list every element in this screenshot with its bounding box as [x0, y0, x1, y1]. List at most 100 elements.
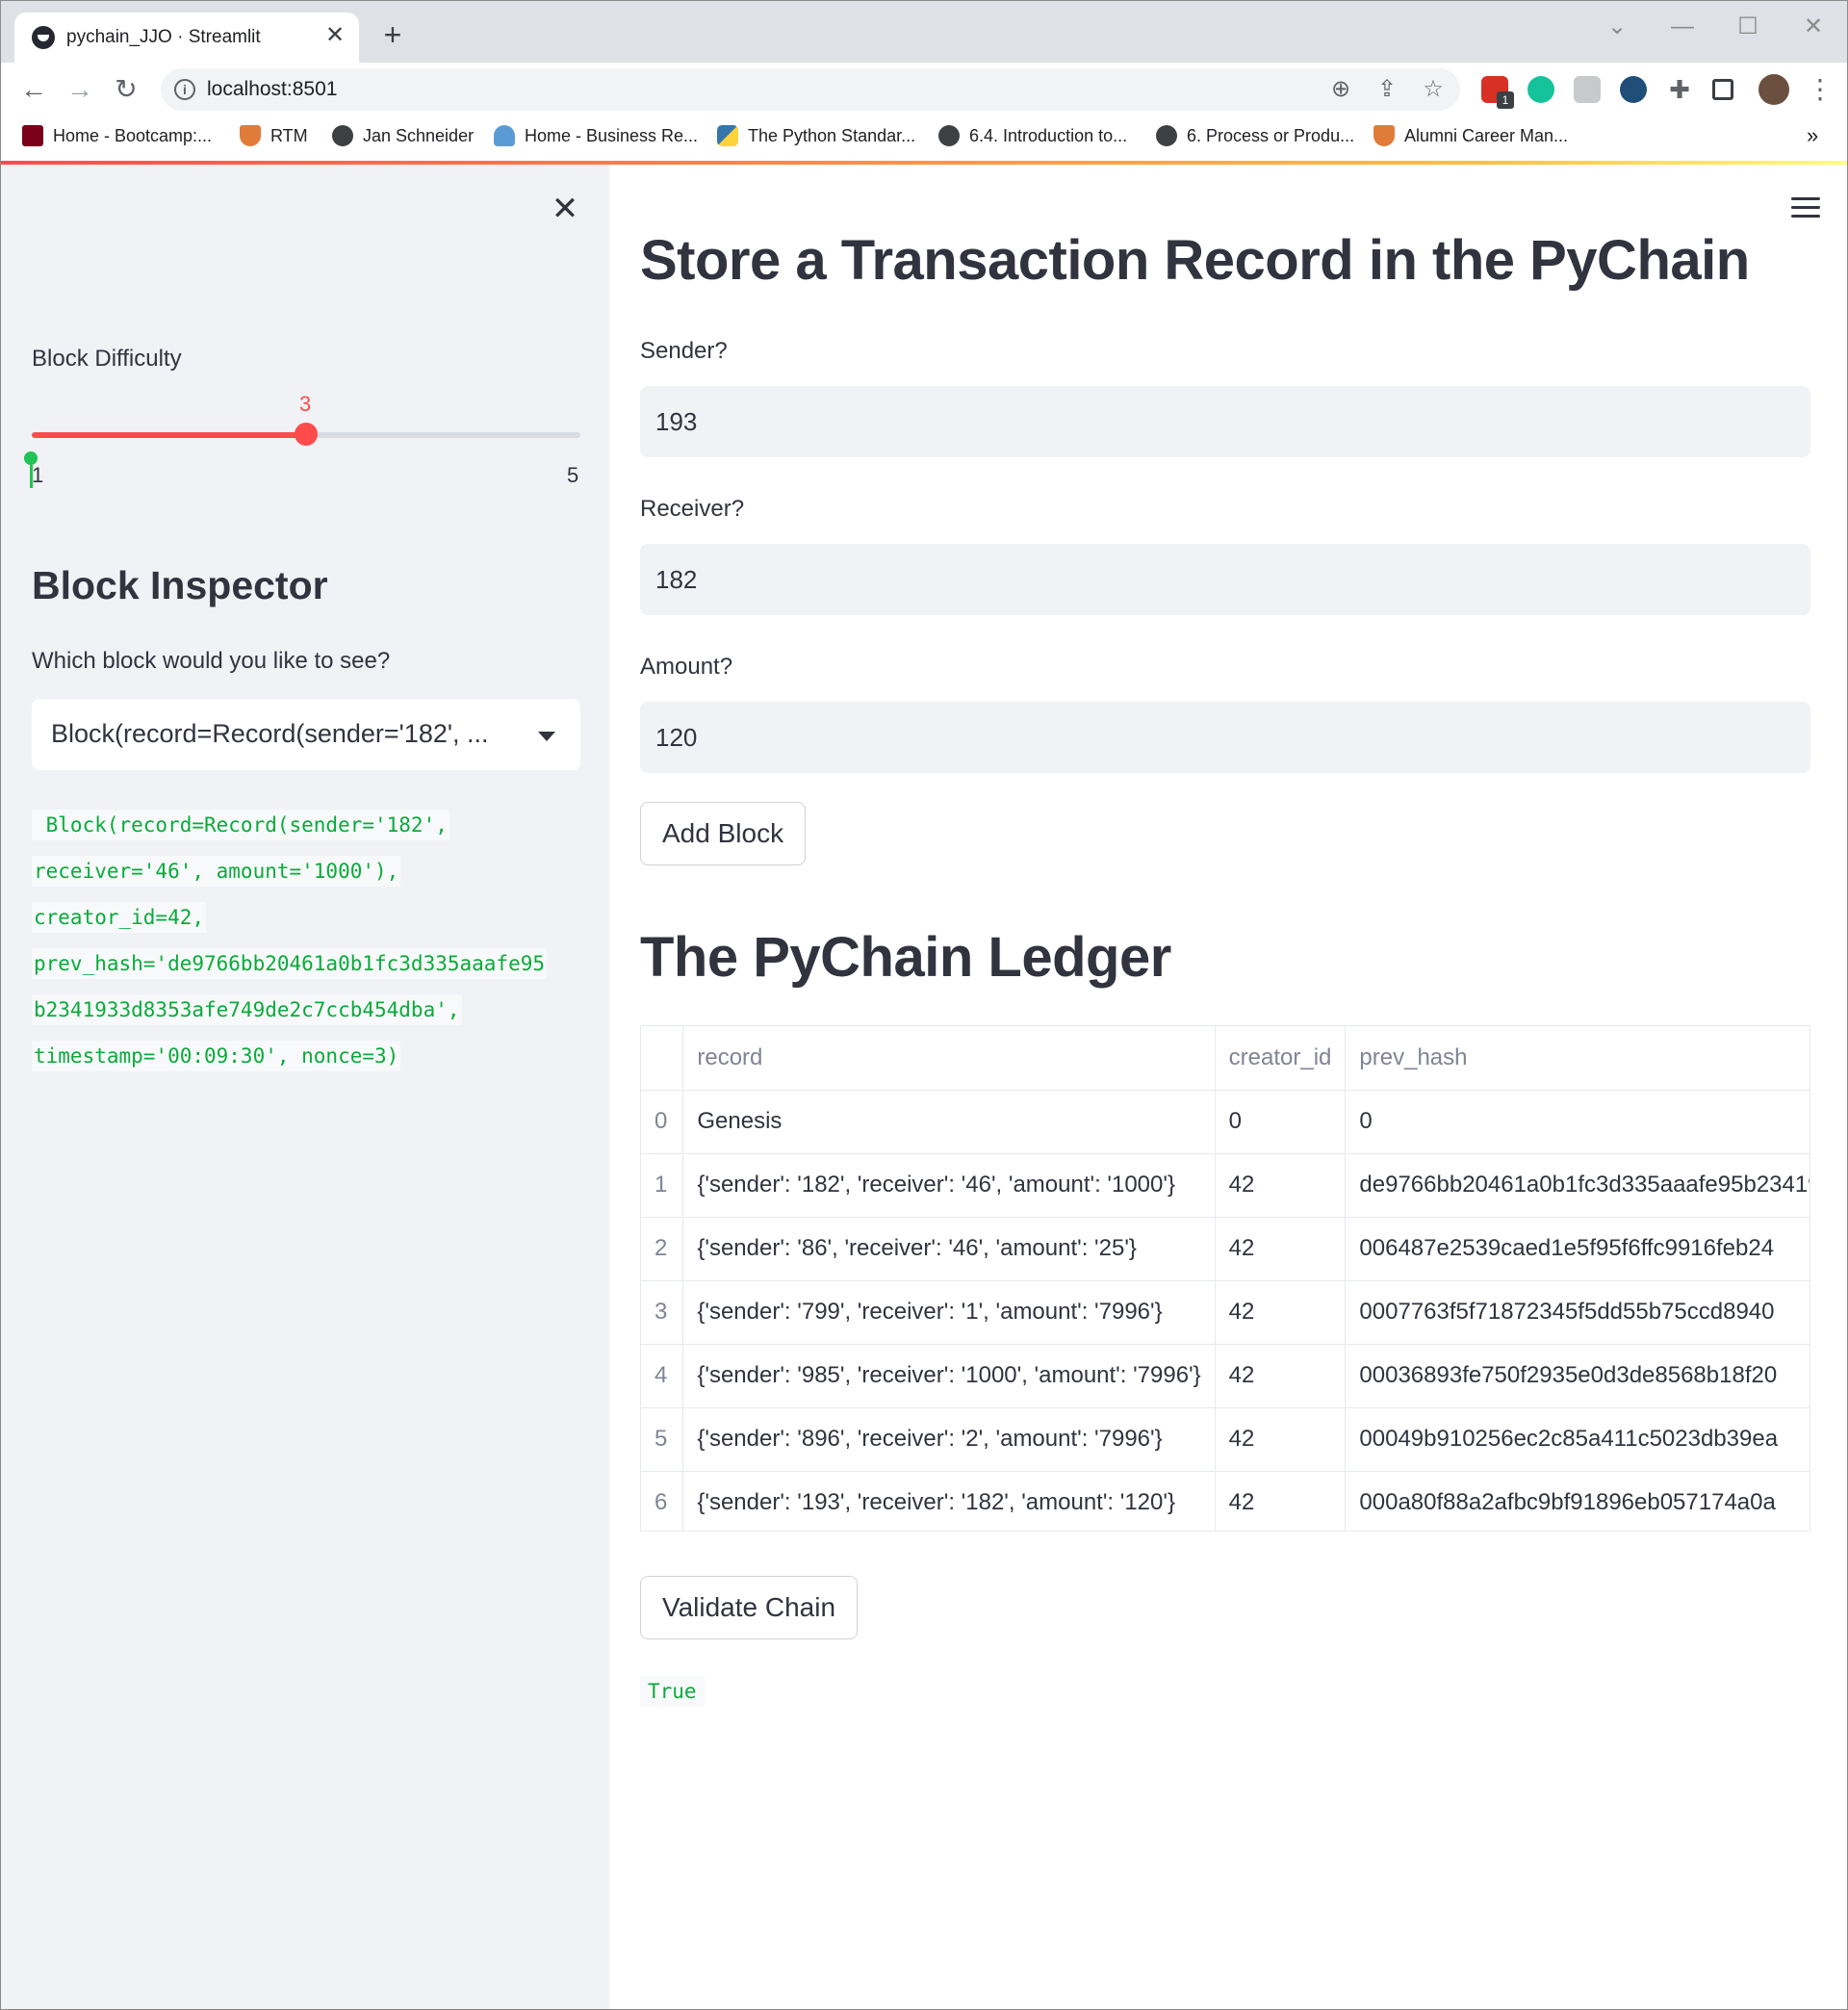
- prev-hash-cell[interactable]: 00036893fe750f2935e0d3de8568b18f20: [1345, 1344, 1810, 1408]
- sender-input[interactable]: 193: [640, 386, 1810, 457]
- record-cell[interactable]: {'sender': '985', 'receiver': '1000', 'a…: [682, 1344, 1216, 1408]
- slider-min-label: 1: [32, 463, 44, 487]
- extension-todo-icon[interactable]: 1: [1481, 76, 1514, 109]
- prev-hash-cell[interactable]: 006487e2539caed1e5f95f6ffc9916feb24: [1345, 1217, 1810, 1281]
- difficulty-slider-thumb[interactable]: [295, 423, 318, 446]
- block-inspector-title: Block Inspector: [32, 563, 328, 607]
- minimize-icon[interactable]: —: [1668, 13, 1697, 41]
- bookmark-item[interactable]: 6.4. Introduction to...: [938, 124, 1127, 147]
- extension-planet-icon[interactable]: [1620, 76, 1647, 103]
- bookmark-item[interactable]: Jan Schneider: [332, 124, 474, 147]
- browser-tab[interactable]: pychain_JJO · Streamlit ✕: [14, 13, 359, 63]
- creator-id-cell[interactable]: 42: [1215, 1280, 1347, 1345]
- record-cell[interactable]: {'sender': '182', 'receiver': '46', 'amo…: [682, 1153, 1216, 1218]
- table-row: 1 {'sender': '182', 'receiver': '46', 'a…: [641, 1153, 1810, 1218]
- row-index: 2: [641, 1217, 684, 1281]
- creator-id-header[interactable]: creator_id: [1215, 1026, 1347, 1091]
- amount-input[interactable]: 120: [640, 702, 1810, 773]
- zoom-icon[interactable]: ⊕: [1327, 76, 1354, 103]
- prev-hash-header[interactable]: prev_hash: [1345, 1026, 1810, 1091]
- row-index: 4: [641, 1344, 684, 1408]
- slider-fill: [32, 432, 306, 438]
- record-cell[interactable]: {'sender': '896', 'receiver': '2', 'amou…: [682, 1407, 1216, 1472]
- shield-icon: [240, 125, 261, 146]
- bookmark-item[interactable]: Home - Bootcamp:...: [22, 124, 212, 147]
- site-info-icon[interactable]: i: [174, 79, 195, 100]
- record-cell[interactable]: {'sender': '799', 'receiver': '1', 'amou…: [682, 1280, 1216, 1345]
- back-icon[interactable]: ←: [16, 72, 51, 107]
- shield-icon: [1373, 125, 1395, 146]
- ledger-title: The PyChain Ledger: [640, 926, 1171, 989]
- prev-hash-cell[interactable]: de9766bb20461a0b1fc3d335aaafe95b2341933d…: [1345, 1153, 1810, 1218]
- creator-id-cell[interactable]: 42: [1215, 1217, 1347, 1281]
- bookmark-label: Alumni Career Man...: [1404, 126, 1569, 145]
- creator-id-cell[interactable]: 0: [1215, 1090, 1347, 1154]
- validate-chain-button[interactable]: Validate Chain: [640, 1576, 859, 1639]
- prev-hash-cell[interactable]: 0: [1345, 1090, 1810, 1154]
- bookmark-label: Home - Bootcamp:...: [53, 126, 213, 145]
- university-logo-icon: [22, 125, 43, 146]
- share-icon[interactable]: ⇪: [1373, 76, 1400, 103]
- browser-toolbar: ← → ↻ i localhost:8501 ⊕ ⇪ ☆ 1 ✚ ⋮: [1, 63, 1847, 116]
- prev-hash-cell[interactable]: 00049b910256ec2c85a411c5023db39ea: [1345, 1407, 1810, 1472]
- block-select-label: Which block would you like to see?: [32, 648, 391, 674]
- ledger-table[interactable]: record creator_id prev_hash 0 Genesis 0 …: [640, 1025, 1810, 1532]
- block-code-line: receiver='46', amount='1000'),: [32, 856, 401, 887]
- prev-hash-cell[interactable]: 000a80f88a2afbc9bf91896eb057174a0a: [1345, 1471, 1810, 1531]
- bookmark-label: 6. Process or Produ...: [1187, 126, 1355, 145]
- bookmark-label: 6.4. Introduction to...: [969, 126, 1128, 145]
- block-select[interactable]: Block(record=Record(sender='182', ...: [32, 699, 580, 770]
- receiver-input[interactable]: 182: [640, 544, 1810, 615]
- close-window-icon[interactable]: ✕: [1799, 13, 1828, 41]
- bookmark-item[interactable]: Home - Business Re...: [494, 124, 698, 147]
- address-bar[interactable]: i localhost:8501 ⊕ ⇪ ☆: [161, 68, 1460, 111]
- chevron-down-icon[interactable]: [538, 732, 555, 741]
- record-cell[interactable]: Genesis: [682, 1090, 1216, 1154]
- close-tab-icon[interactable]: ✕: [322, 23, 347, 48]
- new-tab-button[interactable]: +: [378, 19, 407, 50]
- bookmark-item[interactable]: Alumni Career Man...: [1373, 124, 1568, 147]
- prev-hash-cell[interactable]: 0007763f5f71872345f5dd55b75ccd8940: [1345, 1280, 1810, 1345]
- url-text: localhost:8501: [207, 78, 338, 100]
- tab-title: pychain_JJO · Streamlit: [66, 27, 261, 47]
- side-panel-icon[interactable]: [1712, 79, 1733, 100]
- add-block-button[interactable]: Add Block: [640, 802, 807, 865]
- bookmark-item[interactable]: The Python Standar...: [717, 124, 915, 147]
- page-title: Store a Transaction Record in the PyChai…: [640, 229, 1750, 292]
- profile-avatar[interactable]: [1758, 74, 1789, 105]
- bookmark-label: RTM: [270, 126, 308, 145]
- bookmark-label: Home - Business Re...: [525, 126, 699, 145]
- row-index: 0: [641, 1090, 684, 1154]
- tab-search-chevron-icon[interactable]: ⌄: [1603, 13, 1631, 41]
- creator-id-cell[interactable]: 42: [1215, 1407, 1347, 1472]
- main-content: Store a Transaction Record in the PyChai…: [609, 165, 1847, 2009]
- sender-label: Sender?: [640, 338, 728, 364]
- row-index: 3: [641, 1280, 684, 1345]
- bookmarks-overflow-icon[interactable]: »: [1807, 124, 1818, 147]
- validation-result: True: [640, 1676, 705, 1707]
- receiver-label: Receiver?: [640, 496, 745, 522]
- reload-icon[interactable]: ↻: [109, 72, 143, 107]
- bookmark-item[interactable]: 6. Process or Produ...: [1156, 124, 1354, 147]
- browser-menu-icon[interactable]: ⋮: [1803, 72, 1837, 107]
- forward-icon[interactable]: →: [63, 72, 97, 107]
- block-select-value: Block(record=Record(sender='182', ...: [51, 719, 489, 748]
- table-row: 4 {'sender': '985', 'receiver': '1000', …: [641, 1344, 1810, 1408]
- hamburger-menu-icon[interactable]: [1791, 197, 1820, 219]
- extensions-puzzle-icon[interactable]: ✚: [1666, 76, 1693, 103]
- maximize-icon[interactable]: ☐: [1733, 13, 1762, 41]
- table-row: 5 {'sender': '896', 'receiver': '2', 'am…: [641, 1407, 1810, 1472]
- bookmark-item[interactable]: RTM: [240, 124, 308, 147]
- grammarly-icon[interactable]: [1527, 76, 1554, 103]
- close-sidebar-icon[interactable]: ✕: [548, 192, 582, 226]
- record-header[interactable]: record: [682, 1026, 1216, 1091]
- bookmark-star-icon[interactable]: ☆: [1420, 76, 1447, 103]
- creator-id-cell[interactable]: 42: [1215, 1471, 1347, 1531]
- record-cell[interactable]: {'sender': '86', 'receiver': '46', 'amou…: [682, 1217, 1216, 1281]
- extension-window-icon[interactable]: [1574, 76, 1601, 103]
- extension-badge: 1: [1497, 91, 1514, 109]
- creator-id-cell[interactable]: 42: [1215, 1344, 1347, 1408]
- creator-id-cell[interactable]: 42: [1215, 1153, 1347, 1218]
- globe-icon: [1156, 125, 1177, 146]
- record-cell[interactable]: {'sender': '193', 'receiver': '182', 'am…: [682, 1471, 1216, 1531]
